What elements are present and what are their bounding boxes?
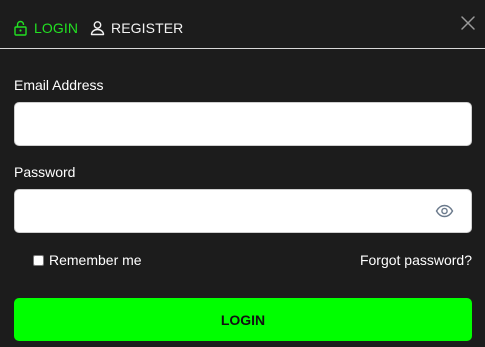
remember-me[interactable]: Remember me [33,252,142,268]
eye-icon[interactable] [435,203,454,219]
user-icon [90,20,105,36]
password-field[interactable] [15,190,471,232]
email-field-wrapper [14,102,472,146]
remember-label: Remember me [49,252,142,268]
remember-checkbox[interactable] [33,254,44,266]
tab-register-label: REGISTER [111,20,184,36]
lock-icon [13,20,28,36]
email-label: Email Address [14,77,104,93]
password-field-wrapper [14,189,472,233]
password-label: Password [14,164,76,180]
login-button[interactable]: LOGIN [14,298,472,341]
email-field[interactable] [15,103,471,145]
close-icon[interactable] [460,15,476,31]
forgot-password-link[interactable]: Forgot password? [360,252,472,268]
login-modal: LOGIN REGISTER Email Address Password Re… [0,0,485,347]
tab-login[interactable]: LOGIN [13,17,78,39]
tab-login-label: LOGIN [34,20,79,36]
tab-register[interactable]: REGISTER [90,17,183,39]
auth-tabs: LOGIN REGISTER [0,0,485,49]
